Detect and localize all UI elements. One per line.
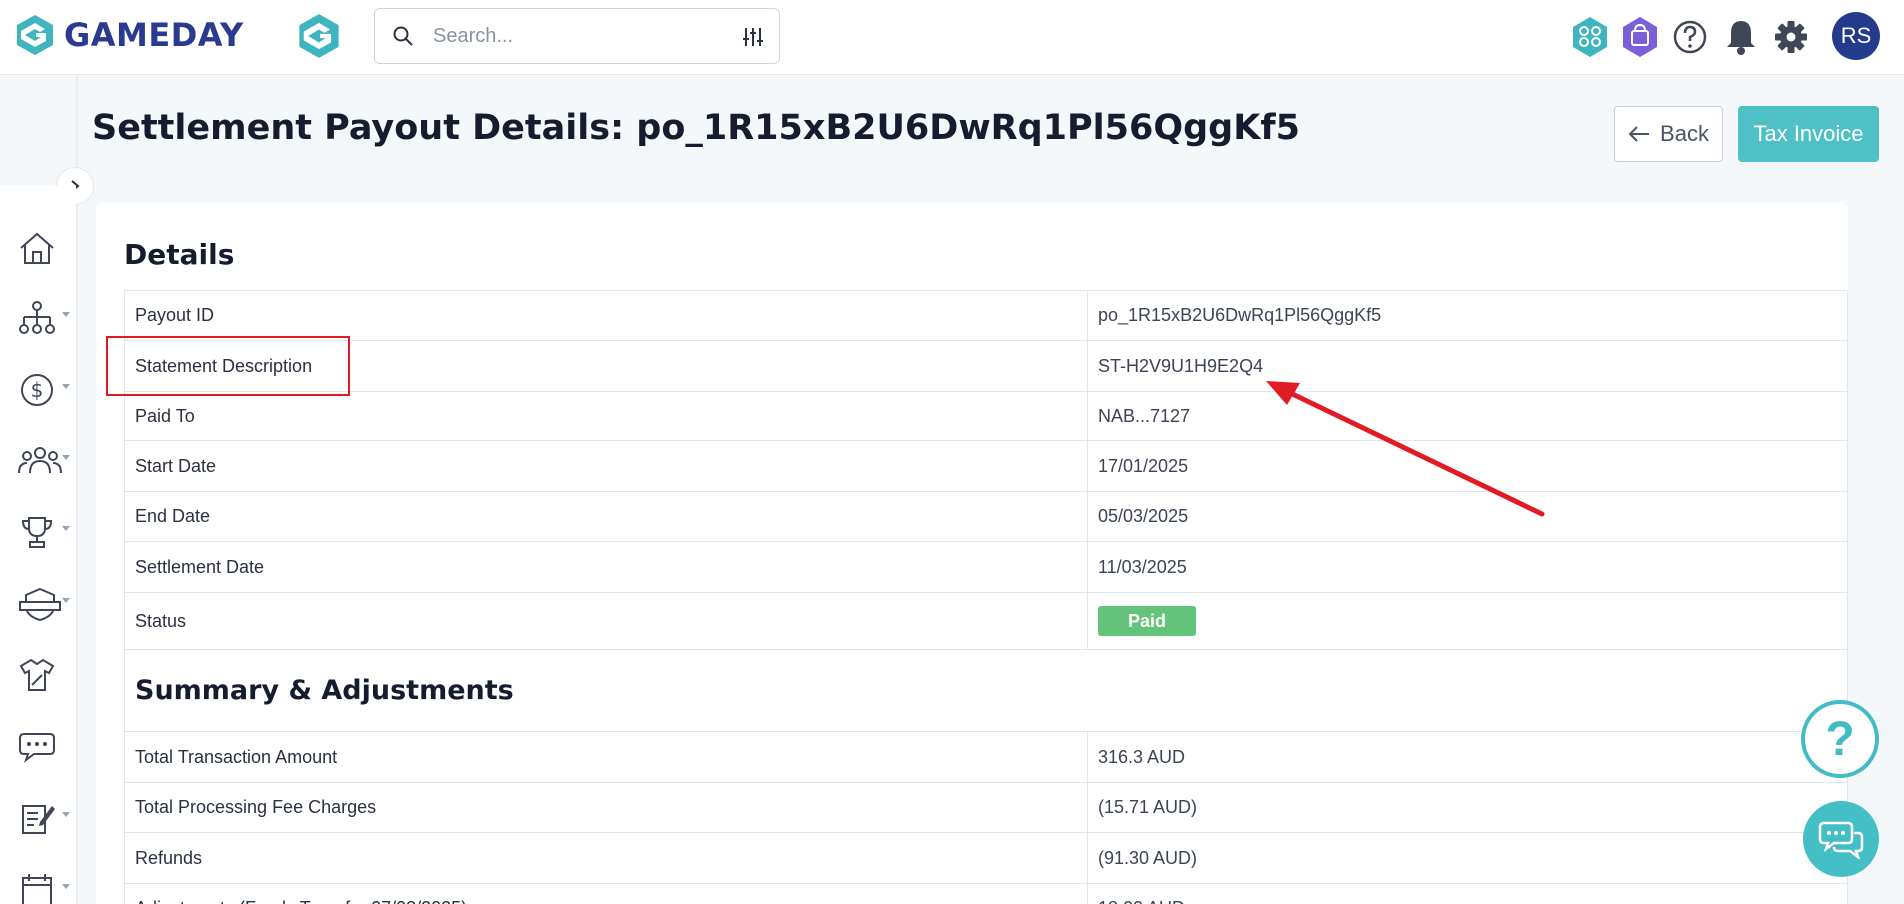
tax-invoice-button[interactable]: Tax Invoice: [1738, 106, 1879, 162]
filter-sliders-icon[interactable]: [741, 25, 765, 49]
table-row: Refunds (91.30 AUD): [124, 832, 1848, 884]
back-button[interactable]: Back: [1614, 106, 1723, 162]
table-row: Adjustments (Funds Transfer 07/03/2025) …: [124, 883, 1848, 904]
details-table: Payout ID po_1R15xB2U6DwRq1Pl56QggKf5 St…: [124, 290, 1848, 904]
help-float-button[interactable]: ?: [1801, 700, 1879, 778]
chat-bubbles-icon: [1818, 821, 1864, 859]
highlight-box: [106, 336, 350, 396]
table-row: Total Transaction Amount 316.3 AUD: [124, 731, 1848, 783]
apps-hub-icon[interactable]: [1570, 15, 1610, 59]
row-value: po_1R15xB2U6DwRq1Pl56QggKf5: [1087, 290, 1848, 341]
search-icon: [393, 26, 413, 46]
table-row: Start Date 17/01/2025: [124, 440, 1848, 492]
page-title: Settlement Payout Details: po_1R15xB2U6D…: [92, 108, 1300, 148]
row-value: NAB...7127: [1087, 391, 1848, 441]
row-label: Adjustments (Funds Transfer 07/03/2025): [124, 883, 1088, 904]
row-value: ST-H2V9U1H9E2Q4: [1087, 340, 1848, 392]
table-row: Total Processing Fee Charges (15.71 AUD): [124, 782, 1848, 833]
communications-icon: [19, 733, 55, 763]
search-box[interactable]: [374, 8, 780, 64]
gameday-logo-icon: [17, 15, 53, 55]
sidebar-item-clubs[interactable]: [14, 582, 74, 626]
row-value: 316.3 AUD: [1087, 731, 1848, 783]
shop-bag-icon[interactable]: [1620, 15, 1660, 59]
caret-down-icon: [62, 526, 70, 531]
help-icon[interactable]: [1672, 15, 1708, 59]
search-input[interactable]: [433, 24, 733, 48]
members-icon: [18, 447, 62, 474]
row-value: (15.71 AUD): [1087, 782, 1848, 833]
details-heading: Details: [124, 238, 235, 271]
row-value: 05/03/2025: [1087, 491, 1848, 542]
table-row: Paid To NAB...7127: [124, 391, 1848, 441]
row-label: Total Transaction Amount: [124, 731, 1088, 783]
section-heading-row: Summary & Adjustments: [124, 649, 1848, 732]
sidebar-item-calendar[interactable]: [14, 868, 74, 904]
home-icon: [20, 232, 54, 264]
row-label: Payout ID: [124, 290, 1088, 341]
top-bar: GAMEDAY RS: [0, 0, 1904, 75]
calendar-icon: [22, 874, 52, 904]
sidebar-item-uniforms[interactable]: [14, 653, 74, 697]
row-value: 18.00 AUD: [1087, 883, 1848, 904]
row-value: (91.30 AUD): [1087, 832, 1848, 884]
forms-icon: [22, 805, 55, 834]
gameday-logo[interactable]: GAMEDAY: [14, 12, 244, 58]
row-label: Start Date: [124, 440, 1088, 492]
sidebar-item-organisation[interactable]: [14, 296, 74, 340]
sidebar-item-communications[interactable]: [14, 724, 74, 768]
table-row: Settlement Date 11/03/2025: [124, 541, 1848, 593]
sidebar: $: [0, 186, 76, 904]
summary-heading-cell: Summary & Adjustments: [124, 649, 1848, 732]
caret-down-icon: [62, 384, 70, 389]
status-badge: Paid: [1098, 606, 1196, 636]
sidebar-item-competitions[interactable]: [14, 510, 74, 554]
sidebar-item-home[interactable]: [14, 226, 74, 270]
row-label: Refunds: [124, 832, 1088, 884]
arrow-left-icon: [1628, 126, 1650, 142]
chat-float-button[interactable]: [1803, 801, 1879, 877]
row-value: 17/01/2025: [1087, 440, 1848, 492]
sidebar-item-forms[interactable]: [14, 796, 74, 840]
row-label: Total Processing Fee Charges: [124, 782, 1088, 833]
caret-down-icon: [62, 884, 70, 889]
row-label: Settlement Date: [124, 541, 1088, 593]
org-structure-icon: [19, 301, 55, 334]
question-mark-icon: ?: [1825, 712, 1855, 766]
gameday-wordmark: GAMEDAY: [64, 16, 244, 54]
row-label: Paid To: [124, 391, 1088, 441]
finance-icon: $: [21, 374, 53, 406]
competitions-icon: [21, 517, 53, 548]
caret-down-icon: [62, 455, 70, 460]
table-row: Statement Description ST-H2V9U1H9E2Q4: [124, 340, 1848, 392]
caret-down-icon: [62, 312, 70, 317]
sidebar-item-members[interactable]: [14, 439, 74, 483]
row-label: Status: [124, 592, 1088, 650]
row-value: 11/03/2025: [1087, 541, 1848, 593]
caret-down-icon: [62, 812, 70, 817]
table-row: Payout ID po_1R15xB2U6DwRq1Pl56QggKf5: [124, 290, 1848, 341]
uniform-icon: [19, 658, 55, 691]
back-button-label: Back: [1660, 121, 1709, 146]
notifications-bell-icon[interactable]: [1724, 15, 1758, 59]
caret-down-icon: [62, 598, 70, 603]
row-label: End Date: [124, 491, 1088, 542]
gameday-g-icon[interactable]: [296, 12, 342, 60]
user-avatar[interactable]: RS: [1832, 12, 1880, 60]
clubs-icon: [19, 587, 61, 622]
row-value: Paid: [1087, 592, 1848, 650]
sidebar-item-finance[interactable]: $: [14, 368, 74, 412]
svg-text:$: $: [31, 378, 44, 402]
table-row: End Date 05/03/2025: [124, 491, 1848, 542]
settings-gear-icon[interactable]: [1772, 15, 1810, 59]
table-row: Status Paid: [124, 592, 1848, 650]
summary-heading: Summary & Adjustments: [135, 675, 514, 706]
